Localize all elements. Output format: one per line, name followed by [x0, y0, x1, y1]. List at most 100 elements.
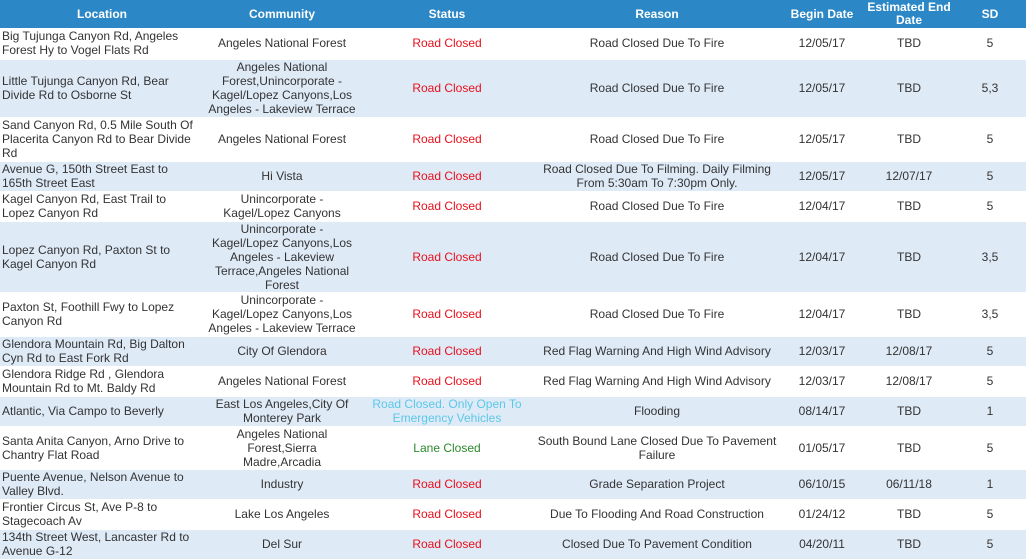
- cell-reason: Red Flag Warning And High Wind Advisory: [534, 366, 780, 397]
- cell-reason: Road Closed Due To Fire: [534, 221, 780, 293]
- table-row: Avenue G, 150th Street East to 165th Str…: [0, 161, 1026, 192]
- cell-begin-date: 12/04/17: [780, 292, 864, 337]
- cell-status: Lane Closed: [360, 426, 534, 470]
- cell-begin-date: 12/03/17: [780, 366, 864, 397]
- cell-begin-date: 12/05/17: [780, 59, 864, 118]
- cell-location: Sand Canyon Rd, 0.5 Mile South Of Placer…: [0, 117, 204, 162]
- cell-reason: Road Closed Due To Fire: [534, 28, 780, 60]
- cell-reason: Due To Flooding And Road Construction: [534, 499, 780, 530]
- cell-end-date: 06/11/18: [864, 469, 954, 500]
- cell-community: Angeles National Forest: [204, 117, 360, 162]
- cell-end-date: TBD: [864, 28, 954, 60]
- col-header-reason[interactable]: Reason: [534, 0, 780, 28]
- cell-reason: Grade Separation Project: [534, 469, 780, 500]
- col-header-community[interactable]: Community: [204, 0, 360, 28]
- table-row: Glendora Ridge Rd , Glendora Mountain Rd…: [0, 366, 1026, 397]
- table-row: 134th Street West, Lancaster Rd to Avenu…: [0, 529, 1026, 560]
- cell-status: Road Closed. Only Open To Emergency Vehi…: [360, 396, 534, 427]
- cell-end-date: TBD: [864, 191, 954, 222]
- cell-location: Avenue G, 150th Street East to 165th Str…: [0, 161, 204, 192]
- cell-sd: 3,5: [954, 221, 1026, 293]
- cell-sd: 1: [954, 469, 1026, 500]
- cell-community: Del Sur: [204, 529, 360, 560]
- cell-reason: Road Closed Due To Fire: [534, 292, 780, 337]
- cell-location: Big Tujunga Canyon Rd, Angeles Forest Hy…: [0, 28, 204, 60]
- cell-location: Frontier Circus St, Ave P-8 to Stagecoac…: [0, 499, 204, 530]
- col-header-status[interactable]: Status: [360, 0, 534, 28]
- col-header-location[interactable]: Location: [0, 0, 204, 28]
- table-row: Santa Anita Canyon, Arno Drive to Chantr…: [0, 426, 1026, 470]
- cell-status: Road Closed: [360, 117, 534, 162]
- cell-reason: Road Closed Due To Fire: [534, 59, 780, 118]
- cell-reason: Closed Due To Pavement Condition: [534, 529, 780, 560]
- cell-community: City Of Glendora: [204, 336, 360, 367]
- table-row: Big Tujunga Canyon Rd, Angeles Forest Hy…: [0, 28, 1026, 60]
- cell-location: Atlantic, Via Campo to Beverly: [0, 396, 204, 427]
- cell-end-date: 12/07/17: [864, 161, 954, 192]
- col-header-sd[interactable]: SD: [954, 0, 1026, 28]
- cell-reason: Road Closed Due To Filming. Daily Filmin…: [534, 161, 780, 192]
- cell-end-date: 12/08/17: [864, 366, 954, 397]
- cell-sd: 5: [954, 426, 1026, 470]
- road-closures-table: Location Community Status Reason Begin D…: [0, 0, 1026, 560]
- cell-end-date: 12/08/17: [864, 336, 954, 367]
- cell-community: Hi Vista: [204, 161, 360, 192]
- cell-status: Road Closed: [360, 28, 534, 60]
- table-row: Lopez Canyon Rd, Paxton St to Kagel Cany…: [0, 221, 1026, 293]
- cell-status: Road Closed: [360, 161, 534, 192]
- cell-reason: Red Flag Warning And High Wind Advisory: [534, 336, 780, 367]
- col-header-estimated-end-date[interactable]: Estimated End Date: [864, 0, 954, 28]
- cell-community: East Los Angeles,City Of Monterey Park: [204, 396, 360, 427]
- cell-location: Santa Anita Canyon, Arno Drive to Chantr…: [0, 426, 204, 470]
- cell-sd: 5: [954, 336, 1026, 367]
- cell-end-date: TBD: [864, 396, 954, 427]
- cell-reason: Flooding: [534, 396, 780, 427]
- cell-sd: 5: [954, 161, 1026, 192]
- table-row: Little Tujunga Canyon Rd, Bear Divide Rd…: [0, 59, 1026, 118]
- table-row: Glendora Mountain Rd, Big Dalton Cyn Rd …: [0, 336, 1026, 367]
- cell-community: Industry: [204, 469, 360, 500]
- table-row: Atlantic, Via Campo to Beverly East Los A…: [0, 396, 1026, 427]
- cell-community: Angeles National Forest,Unincorporate - …: [204, 59, 360, 118]
- cell-status: Road Closed: [360, 469, 534, 500]
- cell-location: Kagel Canyon Rd, East Trail to Lopez Can…: [0, 191, 204, 222]
- cell-end-date: TBD: [864, 529, 954, 560]
- cell-community: Unincorporate - Kagel/Lopez Canyons: [204, 191, 360, 222]
- cell-status: Road Closed: [360, 59, 534, 118]
- cell-begin-date: 12/04/17: [780, 221, 864, 293]
- cell-reason: Road Closed Due To Fire: [534, 191, 780, 222]
- cell-begin-date: 12/04/17: [780, 191, 864, 222]
- cell-begin-date: 04/20/11: [780, 529, 864, 560]
- cell-community: Unincorporate - Kagel/Lopez Canyons,Los …: [204, 292, 360, 337]
- cell-location: Little Tujunga Canyon Rd, Bear Divide Rd…: [0, 59, 204, 118]
- cell-end-date: TBD: [864, 499, 954, 530]
- cell-sd: 5: [954, 366, 1026, 397]
- cell-end-date: TBD: [864, 292, 954, 337]
- cell-sd: 5: [954, 191, 1026, 222]
- cell-location: Puente Avenue, Nelson Avenue to Valley B…: [0, 469, 204, 500]
- cell-status: Road Closed: [360, 221, 534, 293]
- cell-location: Glendora Ridge Rd , Glendora Mountain Rd…: [0, 366, 204, 397]
- cell-end-date: TBD: [864, 59, 954, 118]
- cell-sd: 3,5: [954, 292, 1026, 337]
- cell-sd: 1: [954, 396, 1026, 427]
- cell-begin-date: 12/05/17: [780, 117, 864, 162]
- cell-reason: South Bound Lane Closed Due To Pavement …: [534, 426, 780, 470]
- cell-status: Road Closed: [360, 529, 534, 560]
- header-row: Location Community Status Reason Begin D…: [0, 0, 1026, 28]
- cell-location: Lopez Canyon Rd, Paxton St to Kagel Cany…: [0, 221, 204, 293]
- cell-community: Angeles National Forest: [204, 366, 360, 397]
- table-row: Paxton St, Foothill Fwy to Lopez Canyon …: [0, 292, 1026, 337]
- cell-begin-date: 06/10/15: [780, 469, 864, 500]
- cell-sd: 5,3: [954, 59, 1026, 118]
- cell-community: Angeles National Forest,Sierra Madre,Arc…: [204, 426, 360, 470]
- cell-location: 134th Street West, Lancaster Rd to Avenu…: [0, 529, 204, 560]
- cell-community: Unincorporate - Kagel/Lopez Canyons,Los …: [204, 221, 360, 293]
- cell-status: Road Closed: [360, 366, 534, 397]
- cell-end-date: TBD: [864, 117, 954, 162]
- cell-sd: 5: [954, 117, 1026, 162]
- cell-begin-date: 01/24/12: [780, 499, 864, 530]
- col-header-begin-date[interactable]: Begin Date: [780, 0, 864, 28]
- cell-reason: Road Closed Due To Fire: [534, 117, 780, 162]
- cell-status: Road Closed: [360, 336, 534, 367]
